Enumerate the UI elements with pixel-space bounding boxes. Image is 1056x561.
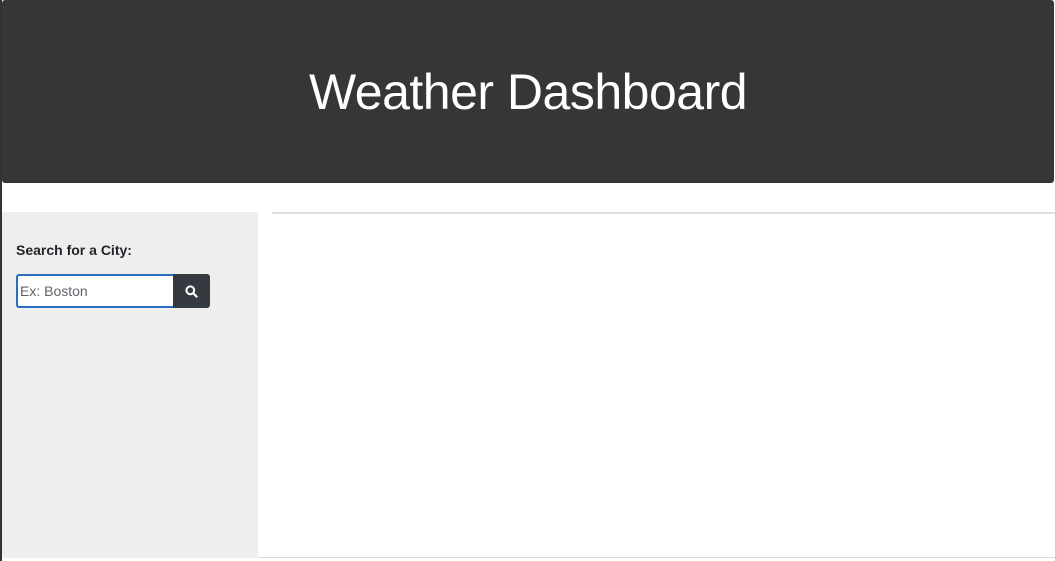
page: Weather Dashboard Search for a City: [0, 0, 1056, 561]
search-icon [185, 284, 198, 298]
search-button[interactable] [173, 274, 210, 308]
weather-results-area [272, 212, 1055, 558]
city-search-input[interactable] [16, 274, 173, 308]
header-banner: Weather Dashboard [2, 0, 1054, 183]
search-form [16, 274, 258, 308]
search-sidebar: Search for a City: [2, 212, 258, 558]
bottom-divider [258, 557, 1055, 558]
page-title: Weather Dashboard [308, 63, 748, 120]
search-label: Search for a City: [16, 242, 132, 258]
